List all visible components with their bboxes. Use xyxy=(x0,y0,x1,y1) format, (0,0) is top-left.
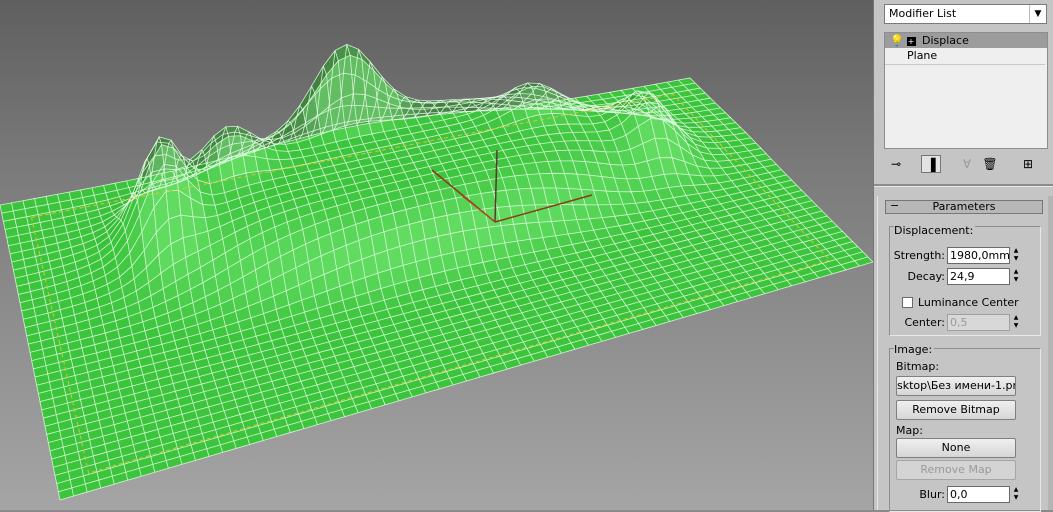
stack-item-label: Displace xyxy=(922,34,969,47)
displaced-plane-mesh[interactable] xyxy=(0,0,873,510)
bulb-icon[interactable]: 💡 xyxy=(890,33,904,48)
modifier-stack[interactable]: 💡 + Displace Plane xyxy=(884,32,1048,149)
remove-map-button[interactable]: Remove Map xyxy=(896,460,1016,480)
strength-field[interactable]: 1980,0mm xyxy=(947,247,1010,264)
image-group-title: Image: xyxy=(894,343,935,356)
displacement-group: Displacement: Strength: 1980,0mm ▲ ▼ Deca… xyxy=(889,224,1041,336)
stack-item-label: Plane xyxy=(907,49,938,62)
blur-label: Blur: xyxy=(919,488,945,501)
center-field[interactable]: 0,5 xyxy=(947,314,1010,331)
parameters-rollout-header[interactable]: − Parameters xyxy=(885,200,1043,214)
image-group: Image: Bitmap: sktop\Без имени-1.png Rem… xyxy=(889,343,1041,512)
modifier-list-value: Modifier List xyxy=(889,7,957,20)
decay-spinner-icon[interactable]: ▲ ▼ xyxy=(1011,268,1021,285)
bitmap-button[interactable]: sktop\Без имени-1.png xyxy=(896,376,1016,396)
strength-label: Strength: xyxy=(893,249,945,262)
chevron-down-icon[interactable]: ▼ xyxy=(1029,5,1046,23)
pin-stack-icon[interactable]: ⊸ xyxy=(886,155,906,173)
blur-field[interactable]: 0,0 xyxy=(947,486,1010,503)
collapse-icon[interactable]: − xyxy=(890,200,899,212)
stack-divider xyxy=(885,64,1045,65)
strength-spinner-icon[interactable]: ▲ ▼ xyxy=(1011,247,1021,264)
stack-item-plane[interactable]: Plane xyxy=(885,48,1047,63)
expand-icon[interactable]: + xyxy=(906,37,916,46)
blur-spinner-icon[interactable]: ▲ ▼ xyxy=(1011,486,1021,503)
center-spinner-icon[interactable]: ▲ ▼ xyxy=(1011,314,1021,331)
panel-scrollbar[interactable] xyxy=(1048,196,1053,510)
remove-modifier-icon[interactable]: 🗑 xyxy=(980,155,1000,173)
center-label: Center: xyxy=(904,316,945,329)
bitmap-label: Bitmap: xyxy=(896,360,940,373)
displacement-group-title: Displacement: xyxy=(894,224,976,237)
remove-bitmap-button[interactable]: Remove Bitmap xyxy=(896,400,1016,420)
viewport-perspective[interactable] xyxy=(0,0,873,510)
stack-item-displace[interactable]: 💡 + Displace xyxy=(885,33,1047,48)
panel-separator xyxy=(874,184,1053,187)
modifier-list-dropdown[interactable]: Modifier List ▼ xyxy=(884,4,1047,24)
configure-modifier-sets-icon[interactable]: ⊞ xyxy=(1018,155,1038,173)
decay-field[interactable]: 24,9 xyxy=(947,268,1010,285)
map-button[interactable]: None xyxy=(896,438,1016,458)
command-panel: Modifier List ▼ 💡 + Displace Plane ⊸ ▐ ∀… xyxy=(873,0,1053,512)
luminance-center-label: Luminance Center xyxy=(918,296,1019,309)
rollout-title: Parameters xyxy=(932,200,996,213)
show-end-result-icon[interactable]: ▐ xyxy=(921,155,941,173)
luminance-center-checkbox[interactable] xyxy=(902,297,913,308)
map-label: Map: xyxy=(896,424,923,437)
parameters-rollout: − Parameters Displacement: Strength: 198… xyxy=(877,196,1050,512)
make-unique-icon[interactable]: ∀ xyxy=(957,155,977,173)
decay-label: Decay: xyxy=(907,270,945,283)
